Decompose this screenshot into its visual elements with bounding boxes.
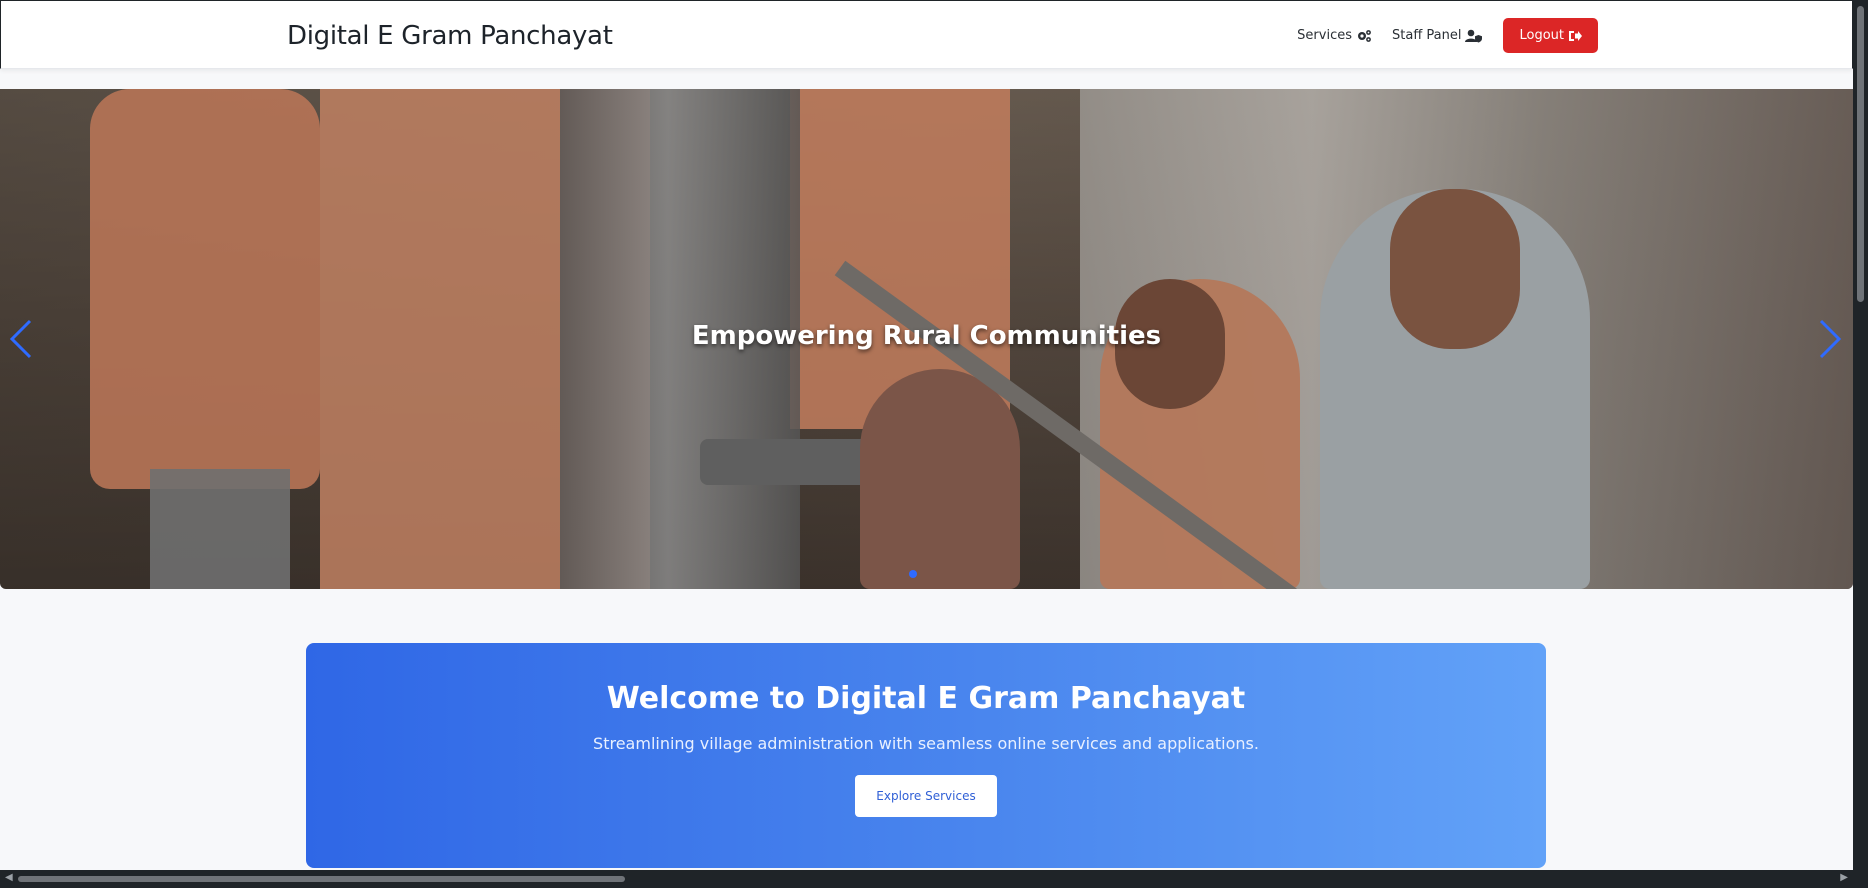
user-shield-icon <box>1465 29 1483 42</box>
hero-caption: Empowering Rural Communities <box>691 321 1162 351</box>
logout-button[interactable]: Logout <box>1503 18 1598 53</box>
horizontal-scrollbar[interactable]: ◀ ▶ <box>0 870 1868 888</box>
chevron-right-icon <box>1819 319 1842 359</box>
page-viewport: Digital E Gram Panchayat Services Staff … <box>0 0 1853 870</box>
hero-carousel: Empowering Rural Communities <box>0 89 1853 589</box>
horizontal-scroll-thumb[interactable] <box>18 876 625 882</box>
carousel-prev-button[interactable] <box>6 317 36 361</box>
welcome-title: Welcome to Digital E Gram Panchayat <box>606 681 1246 716</box>
hero-image-child <box>860 369 1020 589</box>
nav-services[interactable]: Services <box>1297 28 1372 43</box>
logout-label: Logout <box>1519 28 1564 43</box>
cogs-icon <box>1358 29 1371 42</box>
chevron-left-icon <box>9 319 32 359</box>
scroll-left-arrow-icon[interactable]: ◀ <box>5 872 13 883</box>
welcome-subtitle: Streamlining village administration with… <box>593 734 1259 753</box>
carousel-indicator[interactable] <box>909 570 917 578</box>
nav-staff-panel[interactable]: Staff Panel <box>1392 28 1483 43</box>
scroll-right-arrow-icon[interactable]: ▶ <box>1840 872 1848 883</box>
nav-links: Services Staff Panel Logout <box>1277 18 1598 53</box>
hero-image-figure <box>150 469 290 589</box>
carousel-next-button[interactable] <box>1815 317 1845 361</box>
navbar: Digital E Gram Panchayat Services Staff … <box>0 0 1853 69</box>
vertical-scroll-thumb[interactable] <box>1857 6 1864 302</box>
sign-out-icon <box>1569 30 1582 41</box>
brand-title[interactable]: Digital E Gram Panchayat <box>287 21 613 51</box>
welcome-card: Welcome to Digital E Gram Panchayat Stre… <box>306 643 1546 868</box>
vertical-scrollbar[interactable] <box>1853 0 1868 873</box>
hero-image-figure <box>90 89 320 489</box>
nav-services-label: Services <box>1297 28 1352 43</box>
explore-services-button[interactable]: Explore Services <box>855 775 997 817</box>
nav-staff-panel-label: Staff Panel <box>1392 28 1462 43</box>
